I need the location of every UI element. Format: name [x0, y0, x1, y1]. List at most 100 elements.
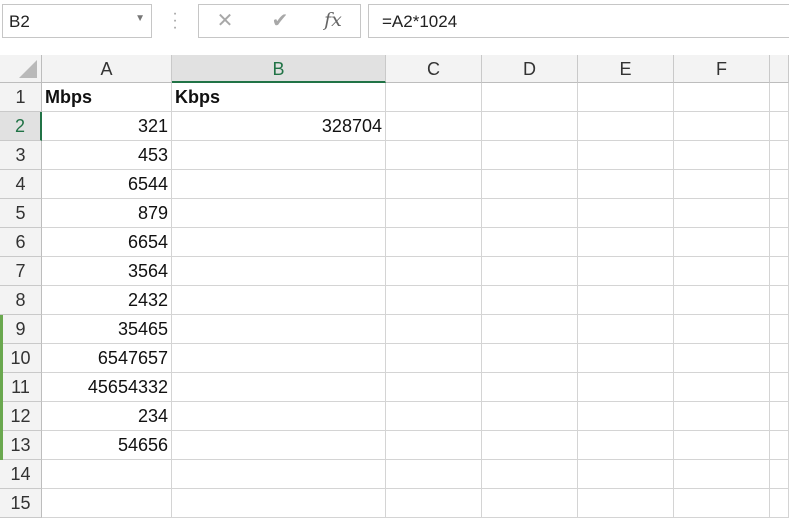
cell-F6[interactable]	[674, 228, 770, 257]
cell-next-column[interactable]	[770, 344, 789, 373]
cell-E7[interactable]	[578, 257, 674, 286]
cell-next-column[interactable]	[770, 141, 789, 170]
cell-E13[interactable]	[578, 431, 674, 460]
cell-D15[interactable]	[482, 489, 578, 518]
cell-B8[interactable]	[172, 286, 386, 315]
cancel-icon[interactable]: ✕	[212, 8, 238, 33]
cell-F14[interactable]	[674, 460, 770, 489]
cell-B7[interactable]	[172, 257, 386, 286]
cell-next-column[interactable]	[770, 402, 789, 431]
cell-E1[interactable]	[578, 83, 674, 112]
cell-D2[interactable]	[482, 112, 578, 141]
cell-B9[interactable]	[172, 315, 386, 344]
row-header-15[interactable]: 15	[0, 489, 42, 518]
cell-next-column[interactable]	[770, 460, 789, 489]
cell-D3[interactable]	[482, 141, 578, 170]
cell-D9[interactable]	[482, 315, 578, 344]
cell-C10[interactable]	[386, 344, 482, 373]
row-header-13[interactable]: 13	[0, 431, 42, 460]
cell-next-column[interactable]	[770, 112, 789, 141]
enter-icon[interactable]: ✔	[267, 8, 293, 33]
cell-E12[interactable]	[578, 402, 674, 431]
row-header-7[interactable]: 7	[0, 257, 42, 286]
cell-E10[interactable]	[578, 344, 674, 373]
cell-F12[interactable]	[674, 402, 770, 431]
cell-B1[interactable]: Kbps	[172, 83, 386, 112]
column-header-B[interactable]: B	[172, 55, 386, 83]
cell-B3[interactable]	[172, 141, 386, 170]
cell-next-column[interactable]	[770, 373, 789, 402]
cell-E4[interactable]	[578, 170, 674, 199]
row-header-9[interactable]: 9	[0, 315, 42, 344]
cell-D8[interactable]	[482, 286, 578, 315]
cell-B6[interactable]	[172, 228, 386, 257]
cell-F8[interactable]	[674, 286, 770, 315]
cell-E2[interactable]	[578, 112, 674, 141]
cell-next-column[interactable]	[770, 170, 789, 199]
cell-C9[interactable]	[386, 315, 482, 344]
column-header-E[interactable]: E	[578, 55, 674, 83]
cell-B11[interactable]	[172, 373, 386, 402]
row-header-5[interactable]: 5	[0, 199, 42, 228]
cell-B13[interactable]	[172, 431, 386, 460]
cell-next-column[interactable]	[770, 286, 789, 315]
cell-C4[interactable]	[386, 170, 482, 199]
row-header-4[interactable]: 4	[0, 170, 42, 199]
cell-next-column[interactable]	[770, 228, 789, 257]
cell-B14[interactable]	[172, 460, 386, 489]
cell-D5[interactable]	[482, 199, 578, 228]
cell-E6[interactable]	[578, 228, 674, 257]
cell-B2[interactable]: 328704	[172, 112, 386, 141]
cell-E14[interactable]	[578, 460, 674, 489]
cell-F10[interactable]	[674, 344, 770, 373]
cell-next-column[interactable]	[770, 83, 789, 112]
cell-C3[interactable]	[386, 141, 482, 170]
cell-A7[interactable]: 3564	[42, 257, 172, 286]
cell-E8[interactable]	[578, 286, 674, 315]
cell-A1[interactable]: Mbps	[42, 83, 172, 112]
row-header-2[interactable]: 2	[0, 112, 42, 141]
cell-next-column[interactable]	[770, 315, 789, 344]
cell-E9[interactable]	[578, 315, 674, 344]
cell-F5[interactable]	[674, 199, 770, 228]
cell-A11[interactable]: 45654332	[42, 373, 172, 402]
cell-A15[interactable]	[42, 489, 172, 518]
cell-F4[interactable]	[674, 170, 770, 199]
cell-C6[interactable]	[386, 228, 482, 257]
row-header-10[interactable]: 10	[0, 344, 42, 373]
column-header-A[interactable]: A	[42, 55, 172, 83]
cell-D13[interactable]	[482, 431, 578, 460]
column-header-D[interactable]: D	[482, 55, 578, 83]
name-box[interactable]: B2 ▼	[2, 4, 152, 38]
cell-D14[interactable]	[482, 460, 578, 489]
row-header-11[interactable]: 11	[0, 373, 42, 402]
row-header-6[interactable]: 6	[0, 228, 42, 257]
cell-B15[interactable]	[172, 489, 386, 518]
cell-C12[interactable]	[386, 402, 482, 431]
cell-A12[interactable]: 234	[42, 402, 172, 431]
cell-F13[interactable]	[674, 431, 770, 460]
cell-B5[interactable]	[172, 199, 386, 228]
cell-next-column[interactable]	[770, 431, 789, 460]
more-options-icon[interactable]: · · ·	[166, 6, 184, 36]
cell-B10[interactable]	[172, 344, 386, 373]
cell-F7[interactable]	[674, 257, 770, 286]
cell-D11[interactable]	[482, 373, 578, 402]
cell-E5[interactable]	[578, 199, 674, 228]
formula-bar-value[interactable]: =A2*1024	[382, 12, 457, 32]
cell-A3[interactable]: 453	[42, 141, 172, 170]
cell-B4[interactable]	[172, 170, 386, 199]
column-header-F[interactable]: F	[674, 55, 770, 83]
row-header-3[interactable]: 3	[0, 141, 42, 170]
cell-D6[interactable]	[482, 228, 578, 257]
cell-C8[interactable]	[386, 286, 482, 315]
cell-next-column[interactable]	[770, 257, 789, 286]
cell-B12[interactable]	[172, 402, 386, 431]
cell-next-column[interactable]	[770, 489, 789, 518]
function-icon[interactable]: fx	[320, 9, 346, 31]
cell-C15[interactable]	[386, 489, 482, 518]
cell-next-column[interactable]	[770, 199, 789, 228]
cell-C1[interactable]	[386, 83, 482, 112]
cell-A5[interactable]: 879	[42, 199, 172, 228]
cell-C5[interactable]	[386, 199, 482, 228]
